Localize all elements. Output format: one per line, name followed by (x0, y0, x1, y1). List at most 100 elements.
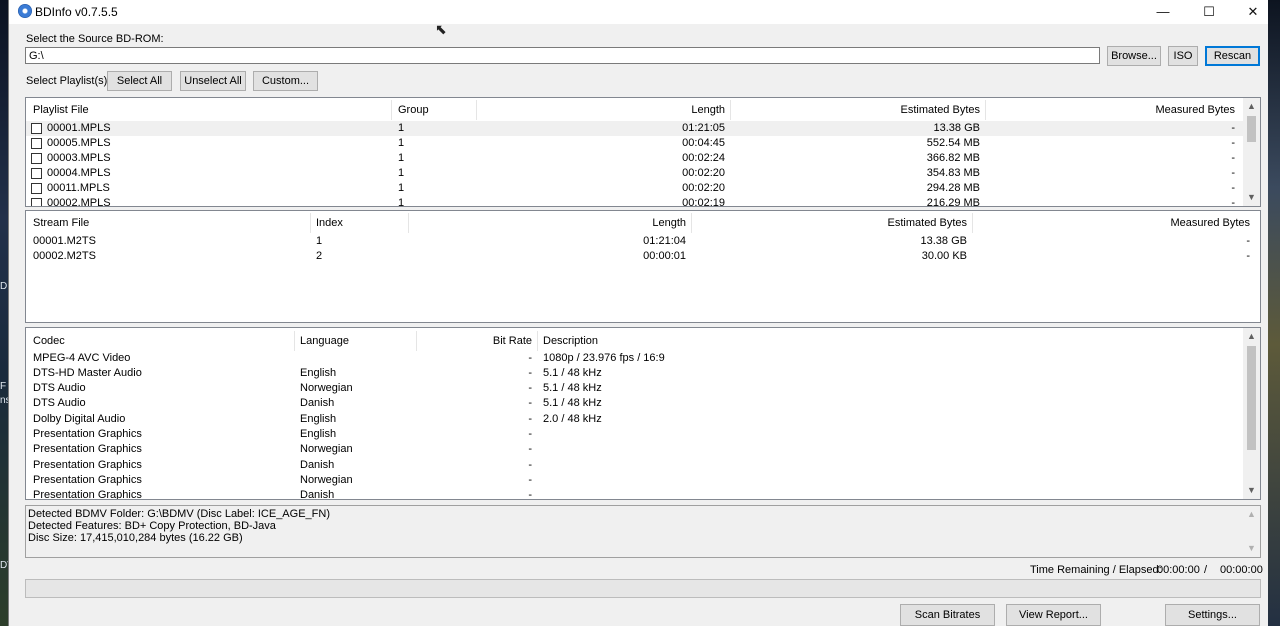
playlist-measured-bytes: - (1231, 167, 1235, 179)
column-header-measured-bytes[interactable]: Measured Bytes (985, 102, 1235, 118)
playlist-length: 00:02:19 (682, 197, 725, 207)
playlist-measured-bytes: - (1231, 197, 1235, 207)
codec-language: Norwegian (300, 382, 353, 394)
column-header-stream-file[interactable]: Stream File (33, 215, 89, 231)
scroll-thumb[interactable] (1247, 116, 1256, 142)
playlist-row[interactable]: 00004.MPLS 1 00:02:20 354.83 MB - (26, 166, 1244, 181)
title-bar[interactable]: BDInfo v0.7.5.5 — ☐ ✕ (9, 0, 1268, 24)
custom-button[interactable]: Custom... (253, 71, 318, 91)
unselect-all-button[interactable]: Unselect All (180, 71, 246, 91)
playlist-group: 1 (398, 152, 405, 164)
codec-name: DTS Audio (33, 397, 86, 409)
codec-row[interactable]: DTS-HD Master Audio English - 5.1 / 48 k… (26, 366, 1244, 381)
maximize-button[interactable]: ☐ (1187, 0, 1231, 24)
playlist-checkbox[interactable] (31, 123, 42, 134)
playlist-checkbox[interactable] (31, 168, 42, 179)
codec-row[interactable]: Presentation Graphics Danish - (26, 458, 1244, 473)
codec-row[interactable]: Presentation Graphics Norwegian - (26, 442, 1244, 457)
codec-language: Norwegian (300, 474, 353, 486)
stream-row[interactable]: 00001.M2TS 1 01:21:04 13.38 GB - (26, 234, 1260, 249)
playlist-row[interactable]: 00001.MPLS 1 01:21:05 13.38 GB - (26, 121, 1244, 136)
playlist-file: 00003.MPLS (47, 152, 111, 164)
codec-name: Dolby Digital Audio (33, 413, 126, 425)
column-header-estimated-bytes[interactable]: Estimated Bytes (691, 215, 967, 231)
column-header-description[interactable]: Description (543, 333, 598, 349)
column-header-language[interactable]: Language (300, 333, 349, 349)
column-header-length[interactable]: Length (477, 102, 725, 118)
column-header-index[interactable]: Index (316, 215, 343, 231)
playlist-row[interactable]: 00011.MPLS 1 00:02:20 294.28 MB - (26, 181, 1244, 196)
codec-row[interactable]: Dolby Digital Audio English - 2.0 / 48 k… (26, 412, 1244, 427)
playlist-measured-bytes: - (1231, 122, 1235, 134)
column-header-length[interactable]: Length (408, 215, 686, 231)
desktop-label: F (0, 381, 7, 392)
view-report-button[interactable]: View Report... (1006, 604, 1101, 626)
source-path-input[interactable]: G:\ (25, 47, 1100, 64)
scroll-up-icon[interactable]: ▲ (1243, 328, 1260, 345)
select-all-button[interactable]: Select All (107, 71, 172, 91)
codec-row[interactable]: Presentation Graphics English - (26, 427, 1244, 442)
scroll-thumb[interactable] (1247, 346, 1256, 450)
playlist-measured-bytes: - (1231, 182, 1235, 194)
playlist-row[interactable]: 00005.MPLS 1 00:04:45 552.54 MB - (26, 136, 1244, 151)
column-divider (391, 100, 392, 120)
playlist-checkbox[interactable] (31, 183, 42, 194)
playlist-estimated-bytes: 294.28 MB (926, 182, 980, 194)
mouse-cursor-icon: ⬉ (435, 21, 447, 37)
playlist-row[interactable]: 00002.MPLS 1 00:02:19 216.29 MB - (26, 196, 1244, 207)
playlist-checkbox[interactable] (31, 198, 42, 206)
codec-name: Presentation Graphics (33, 459, 142, 471)
codec-row[interactable]: DTS Audio Norwegian - 5.1 / 48 kHz (26, 381, 1244, 396)
codec-row[interactable]: Presentation Graphics Danish - (26, 488, 1244, 499)
settings-button[interactable]: Settings... (1165, 604, 1260, 626)
codec-row[interactable]: MPEG-4 AVC Video - 1080p / 23.976 fps / … (26, 351, 1244, 366)
playlist-group: 1 (398, 137, 405, 149)
scan-progress-bar (25, 579, 1261, 598)
iso-button[interactable]: ISO (1168, 46, 1198, 66)
stream-estimated-bytes: 13.38 GB (920, 235, 967, 247)
codec-bit-rate: - (528, 397, 532, 409)
playlist-file: 00002.MPLS (47, 197, 111, 207)
stream-index: 1 (316, 235, 323, 247)
codec-row[interactable]: DTS Audio Danish - 5.1 / 48 kHz (26, 396, 1244, 411)
scroll-down-icon[interactable]: ▼ (1243, 189, 1260, 206)
scroll-up-icon[interactable]: ▲ (1243, 98, 1260, 115)
rescan-button[interactable]: Rescan (1205, 46, 1260, 66)
playlist-checkbox[interactable] (31, 138, 42, 149)
playlist-group: 1 (398, 182, 405, 194)
minimize-button[interactable]: — (1141, 0, 1185, 24)
column-header-measured-bytes[interactable]: Measured Bytes (972, 215, 1250, 231)
scan-bitrates-button[interactable]: Scan Bitrates (900, 604, 995, 626)
column-header-group[interactable]: Group (398, 102, 429, 118)
bluray-disc-icon (18, 4, 32, 18)
scroll-down-icon[interactable]: ▼ (1243, 482, 1260, 499)
column-header-codec[interactable]: Codec (33, 333, 65, 349)
time-elapsed-value: 00:00:00 (1220, 564, 1263, 576)
scroll-up-icon[interactable]: ▲ (1243, 506, 1260, 523)
stream-index: 2 (316, 250, 323, 262)
stream-row[interactable]: 00002.M2TS 2 00:00:01 30.00 KB - (26, 249, 1260, 264)
time-remaining-label: Time Remaining / Elapsed: (1030, 564, 1162, 576)
codec-row[interactable]: Presentation Graphics Norwegian - (26, 473, 1244, 488)
playlist-file: 00004.MPLS (47, 167, 111, 179)
column-header-playlist-file[interactable]: Playlist File (33, 102, 89, 118)
disc-info-textbox[interactable]: Detected BDMV Folder: G:\BDMV (Disc Labe… (25, 505, 1261, 558)
codec-name: DTS Audio (33, 382, 86, 394)
desktop-label: D (0, 281, 8, 292)
codec-list: Codec Language Bit Rate Description MPEG… (25, 327, 1261, 500)
codec-name: DTS-HD Master Audio (33, 367, 142, 379)
desktop-background-right (1268, 0, 1280, 626)
scroll-down-icon[interactable]: ▼ (1243, 540, 1260, 557)
stream-measured-bytes: - (1246, 235, 1250, 247)
playlist-checkbox[interactable] (31, 153, 42, 164)
playlist-scrollbar[interactable]: ▲ ▼ (1243, 98, 1260, 206)
playlist-length: 00:04:45 (682, 137, 725, 149)
browse-button[interactable]: Browse... (1107, 46, 1161, 66)
playlist-measured-bytes: - (1231, 137, 1235, 149)
close-button[interactable]: ✕ (1231, 0, 1275, 24)
column-header-estimated-bytes[interactable]: Estimated Bytes (730, 102, 980, 118)
column-header-bit-rate[interactable]: Bit Rate (416, 333, 532, 349)
codec-scrollbar[interactable]: ▲ ▼ (1243, 328, 1260, 499)
window-title: BDInfo v0.7.5.5 (35, 5, 118, 19)
playlist-row[interactable]: 00003.MPLS 1 00:02:24 366.82 MB - (26, 151, 1244, 166)
